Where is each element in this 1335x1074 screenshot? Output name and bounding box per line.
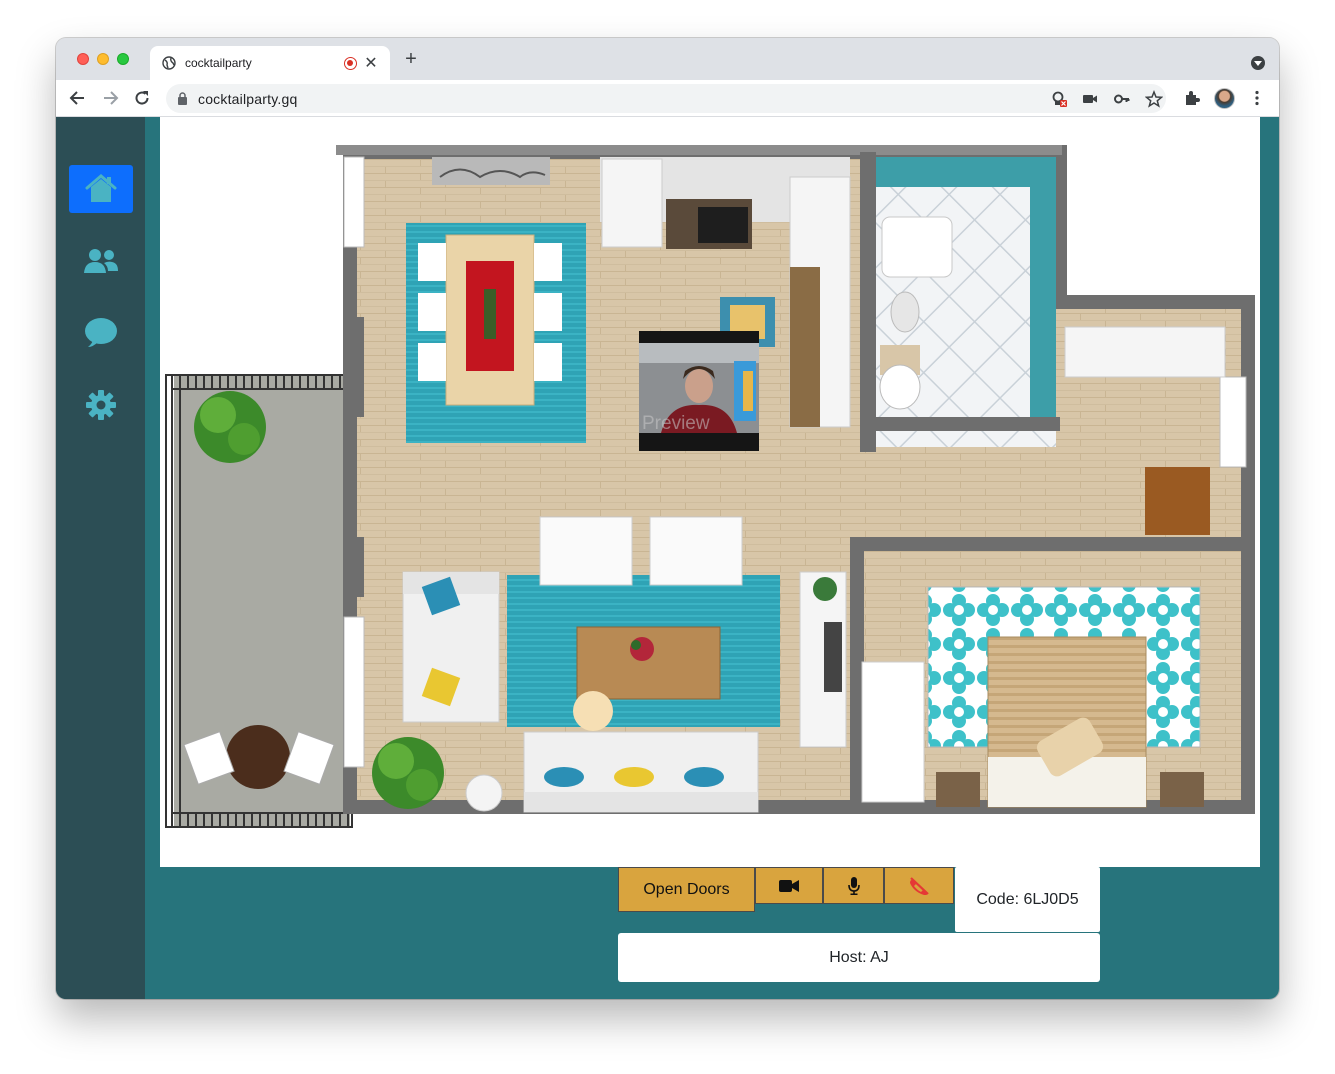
sidebar-item-chat[interactable]	[69, 309, 133, 357]
lock-icon	[178, 92, 187, 105]
room-code-text: Code: 6LJ0D5	[976, 890, 1079, 908]
url-text: cocktailparty.gq	[198, 91, 298, 107]
sidebar	[56, 117, 145, 999]
video-icon[interactable]	[1081, 90, 1099, 108]
chat-bubble-icon	[85, 318, 117, 347]
hang-up-button[interactable]	[884, 867, 954, 904]
gear-icon	[86, 390, 116, 420]
open-doors-button[interactable]: Open Doors	[618, 867, 755, 912]
more-icon[interactable]	[1248, 89, 1266, 107]
sidebar-item-settings[interactable]	[69, 381, 133, 429]
tab-search-icon[interactable]	[1251, 56, 1265, 70]
forward-icon[interactable]	[100, 88, 120, 108]
plant-icon	[372, 737, 444, 809]
users-icon	[84, 249, 118, 273]
sidebar-item-people[interactable]	[69, 237, 133, 285]
address-bar[interactable]: cocktailparty.gq	[166, 84, 1166, 113]
minimize-window-button[interactable]	[97, 53, 109, 65]
tab-bar: cocktailparty ✕ +	[56, 38, 1279, 80]
recording-icon	[344, 57, 357, 70]
sidebar-item-home[interactable]	[69, 165, 133, 213]
plant-icon	[194, 391, 266, 463]
browser-tab[interactable]: cocktailparty ✕	[150, 46, 390, 80]
key-icon[interactable]	[1113, 90, 1131, 108]
close-window-button[interactable]	[77, 53, 89, 65]
reload-icon[interactable]	[132, 88, 152, 108]
browser-window: cocktailparty ✕ + cocktailparty.gq Previ…	[56, 38, 1279, 999]
camera-blocked-icon[interactable]	[1050, 90, 1068, 108]
browser-toolbar: cocktailparty.gq	[56, 80, 1279, 117]
extensions-icon[interactable]	[1183, 89, 1201, 107]
video-toggle-button[interactable]	[755, 867, 823, 904]
room-code: Code: 6LJ0D5	[955, 867, 1100, 932]
back-icon[interactable]	[68, 88, 88, 108]
floor-plan-map[interactable]: Preview	[160, 117, 1260, 867]
microphone-icon	[847, 876, 860, 895]
preview-label: Preview	[642, 413, 710, 434]
floor-plan-image[interactable]	[160, 117, 1260, 867]
mic-toggle-button[interactable]	[823, 867, 884, 904]
host-text: Host: AJ	[829, 948, 889, 966]
tab-title: cocktailparty	[185, 56, 252, 70]
app-content: Preview Open Doors Code: 6LJ0D5 Host: AJ	[56, 117, 1279, 999]
new-tab-icon[interactable]: +	[400, 49, 422, 69]
video-camera-icon	[779, 879, 799, 892]
house-icon	[85, 174, 117, 202]
host-info: Host: AJ	[618, 933, 1100, 982]
zoom-window-button[interactable]	[117, 53, 129, 65]
globe-icon	[162, 56, 176, 70]
close-icon[interactable]: ✕	[362, 53, 380, 73]
hang-up-icon	[910, 876, 929, 895]
video-preview[interactable]: Preview	[639, 331, 759, 451]
star-icon[interactable]	[1145, 90, 1163, 108]
open-doors-label: Open Doors	[643, 880, 730, 898]
profile-avatar[interactable]	[1214, 88, 1235, 109]
